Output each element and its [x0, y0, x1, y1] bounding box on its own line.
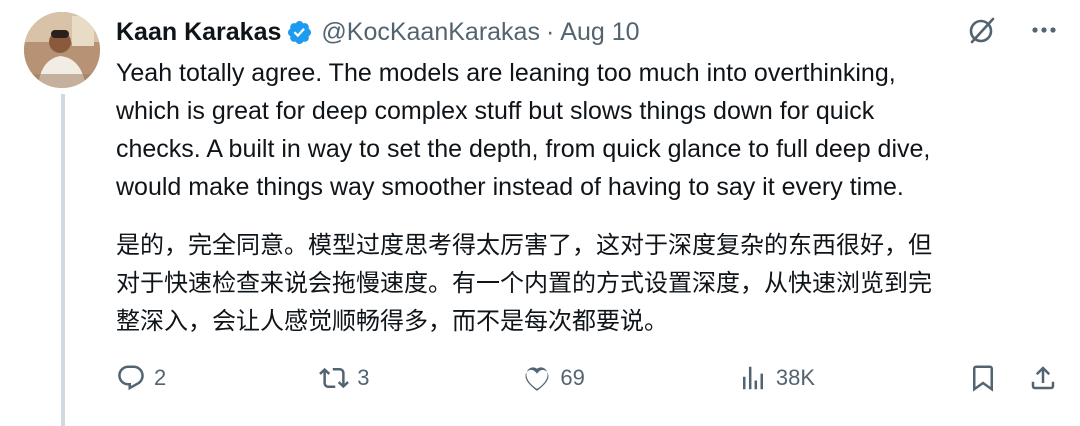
share-button[interactable]	[1028, 363, 1058, 393]
tweet-date[interactable]: Aug 10	[560, 18, 639, 47]
avatar[interactable]	[24, 12, 100, 88]
tweet-header: Kaan Karakas @KocKaanKarakas · Aug 10	[116, 14, 640, 50]
views-count: 38K	[775, 365, 815, 390]
like-count: 69	[560, 365, 585, 390]
views-button[interactable]: 38K	[738, 363, 815, 393]
grok-slash-icon[interactable]	[966, 14, 998, 46]
repost-button[interactable]: 3	[319, 363, 369, 393]
bookmark-button[interactable]	[968, 363, 998, 393]
action-bar: 2 3 69 38K	[116, 358, 1058, 398]
views-icon	[738, 363, 768, 393]
more-icon[interactable]	[1028, 14, 1060, 46]
display-name[interactable]: Kaan Karakas	[116, 18, 281, 47]
secondary-actions	[968, 363, 1058, 393]
bookmark-icon	[968, 363, 998, 393]
like-icon	[522, 363, 552, 393]
reply-icon	[116, 363, 146, 393]
avatar-photo	[24, 12, 100, 88]
tweet-text-english: Yeah totally agree. The models are leani…	[116, 59, 931, 201]
separator-dot: ·	[545, 17, 555, 46]
like-button[interactable]: 69	[522, 363, 585, 393]
top-actions	[966, 14, 1060, 46]
reply-button[interactable]: 2	[116, 363, 166, 393]
repost-count: 3	[357, 365, 370, 390]
thread-line	[61, 94, 65, 426]
repost-icon	[319, 363, 350, 393]
tweet-body: Yeah totally agree. The models are leani…	[116, 54, 1066, 340]
share-icon	[1028, 363, 1058, 393]
reply-count: 2	[154, 365, 167, 390]
verified-badge-icon	[286, 19, 313, 46]
tweet-text-chinese: 是的，完全同意。模型过度思考得太厉害了，这对于深度复杂的东西很好，但 对于快速检…	[116, 231, 932, 335]
user-handle[interactable]: @KocKaanKarakas	[321, 18, 540, 47]
